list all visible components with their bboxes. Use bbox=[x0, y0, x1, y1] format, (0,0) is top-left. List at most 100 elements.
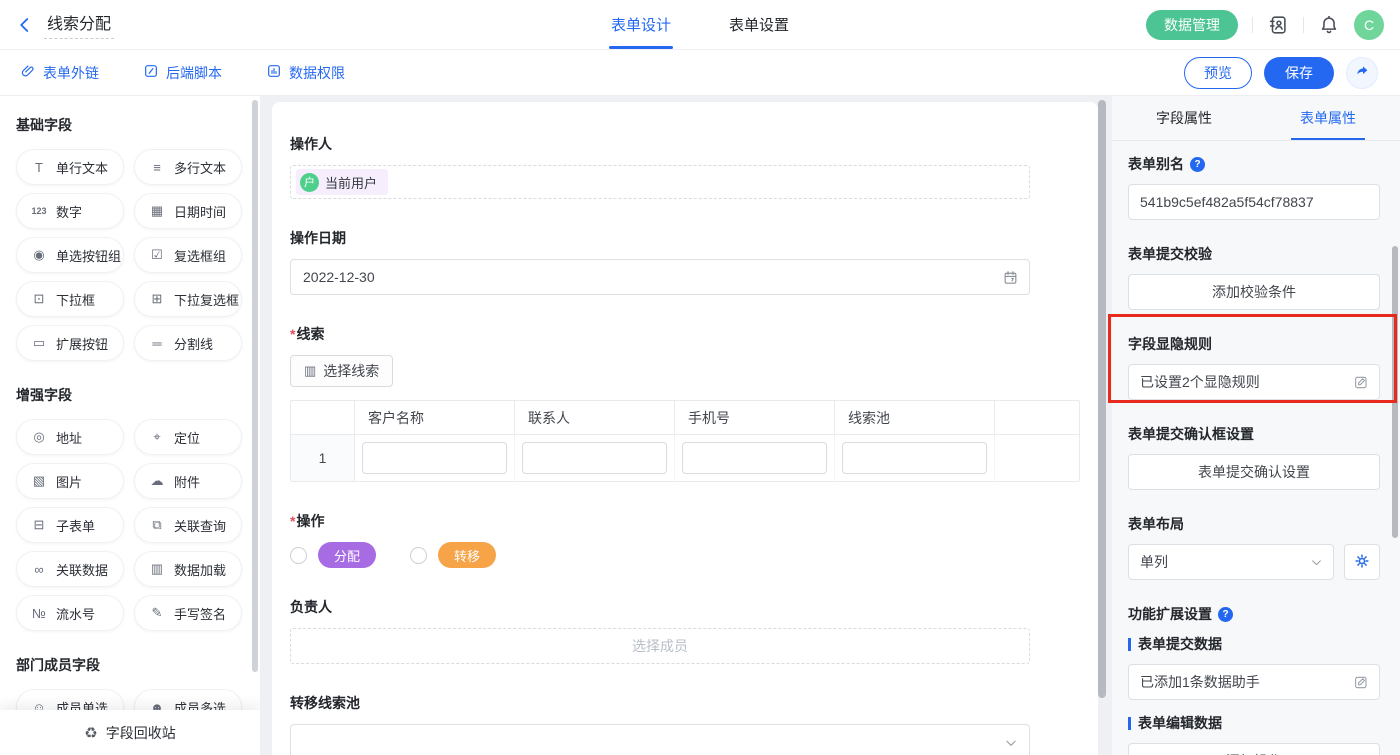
back-icon[interactable] bbox=[16, 16, 34, 34]
share-button[interactable] bbox=[1346, 57, 1378, 89]
section-bar bbox=[1128, 717, 1131, 730]
save-button[interactable]: 保存 bbox=[1264, 57, 1334, 89]
transfer-pool-select[interactable] bbox=[290, 724, 1030, 755]
chevron-down-icon bbox=[1004, 736, 1018, 750]
edit-icon[interactable] bbox=[1353, 374, 1369, 390]
sidebar-item-subform[interactable]: ⊟子表单 bbox=[16, 507, 124, 543]
data-permission-link[interactable]: 数据权限 bbox=[266, 63, 345, 83]
sidebar-item-single-line-text[interactable]: T单行文本 bbox=[16, 149, 124, 185]
sidebar-item-address[interactable]: ◎地址 bbox=[16, 419, 124, 455]
subtable-header: 客户名称 联系人 手机号 线索池 bbox=[291, 401, 1079, 435]
form-title[interactable]: 线索分配 bbox=[44, 10, 114, 39]
sidebar-item-multi-select[interactable]: ⊞下拉复选框 bbox=[134, 281, 242, 317]
top-header: 线索分配 表单设计 表单设置 数据管理 bbox=[0, 0, 1400, 50]
subtable-cell bbox=[675, 435, 835, 481]
select-member-box[interactable]: 选择成员 bbox=[290, 628, 1030, 664]
section-visibility-rules: 字段显隐规则 已设置2个显隐规则 bbox=[1128, 334, 1380, 400]
subtable-input-customer-name[interactable] bbox=[362, 442, 507, 474]
submit-data-label: 表单提交数据 bbox=[1128, 634, 1380, 654]
notification-bell-icon[interactable] bbox=[1318, 14, 1340, 36]
subtable-row: 1 bbox=[291, 435, 1079, 481]
sidebar-item-serial-number[interactable]: №流水号 bbox=[16, 595, 124, 631]
canvas-scrollbar[interactable] bbox=[1098, 100, 1106, 698]
field-action: * 操作 分配 转移 bbox=[290, 511, 1080, 568]
submit-data-box[interactable]: 已添加1条数据助手 bbox=[1128, 664, 1380, 700]
data-manage-button[interactable]: 数据管理 bbox=[1146, 10, 1238, 40]
current-user-tag[interactable]: 户 当前用户 bbox=[296, 169, 388, 195]
action-option-assign: 分配 bbox=[290, 542, 376, 568]
sidebar-item-checkbox-group[interactable]: ☑复选框组 bbox=[134, 237, 242, 273]
sidebar-item-location[interactable]: ⌖定位 bbox=[134, 419, 242, 455]
sidebar-item-data-load[interactable]: ▥数据加载 bbox=[134, 551, 242, 587]
subtable-input-clue-pool[interactable] bbox=[842, 442, 987, 474]
visibility-rules-box[interactable]: 已设置2个显隐规则 bbox=[1128, 364, 1380, 400]
form-canvas-card: 操作人 户 当前用户 操作日期 bbox=[272, 102, 1098, 755]
subtable-input-phone[interactable] bbox=[682, 442, 827, 474]
subtable-input-contact[interactable] bbox=[522, 442, 667, 474]
divider-line-icon: ═ bbox=[148, 336, 166, 351]
recycle-icon: ♻ bbox=[84, 724, 97, 742]
section-bar bbox=[1128, 638, 1131, 651]
section-submit-confirm: 表单提交确认框设置 表单提交确认设置 bbox=[1128, 424, 1380, 490]
field-label: * 线索 bbox=[290, 324, 1080, 344]
sidebar-item-handwritten-signature[interactable]: ✎手写签名 bbox=[134, 595, 242, 631]
add-validation-button[interactable]: 添加校验条件 bbox=[1128, 274, 1380, 310]
tab-field-properties[interactable]: 字段属性 bbox=[1112, 96, 1256, 140]
sidebar-item-linked-data[interactable]: ∞关联数据 bbox=[16, 551, 124, 587]
tab-form-properties[interactable]: 表单属性 bbox=[1256, 96, 1400, 140]
layout-settings-button[interactable] bbox=[1344, 544, 1380, 580]
form-alias-input-wrap bbox=[1128, 184, 1380, 220]
sidebar-item-number[interactable]: 123数字 bbox=[16, 193, 124, 229]
panel-scrollbar[interactable] bbox=[1392, 246, 1398, 538]
address-book-icon[interactable] bbox=[1267, 14, 1289, 36]
edit-icon[interactable] bbox=[1353, 674, 1369, 690]
sidebar-item-datetime[interactable]: ▦日期时间 bbox=[134, 193, 242, 229]
toolbar-actions: 预览 保存 bbox=[1184, 57, 1378, 89]
sidebar-item-linked-query[interactable]: ⧉关联查询 bbox=[134, 507, 242, 543]
backend-script-link[interactable]: 后端脚本 bbox=[143, 63, 222, 83]
sidebar-scrollbar[interactable] bbox=[252, 100, 258, 672]
select-clue-button[interactable]: ▥ 选择线索 bbox=[290, 355, 393, 387]
sidebar-item-divider-line[interactable]: ═分割线 bbox=[134, 325, 242, 361]
layout-select[interactable]: 单列 bbox=[1128, 544, 1334, 580]
sidebar-item-image[interactable]: ▧图片 bbox=[16, 463, 124, 499]
radio-button[interactable] bbox=[290, 547, 307, 564]
sidebar-item-radio-group[interactable]: ◉单选按钮组 bbox=[16, 237, 124, 273]
basic-fields-grid: T单行文本 ≡多行文本 123数字 ▦日期时间 ◉单选按钮组 ☑复选框组 ⊡下拉… bbox=[16, 149, 242, 361]
submit-confirm-button[interactable]: 表单提交确认设置 bbox=[1128, 454, 1380, 490]
layout-value: 单列 bbox=[1140, 552, 1168, 572]
tab-form-settings[interactable]: 表单设置 bbox=[729, 0, 789, 49]
form-external-link[interactable]: 表单外链 bbox=[20, 63, 99, 83]
number-icon: 123 bbox=[30, 206, 48, 216]
sidebar-item-select[interactable]: ⊡下拉框 bbox=[16, 281, 124, 317]
preview-button[interactable]: 预览 bbox=[1184, 57, 1252, 89]
signature-icon: ✎ bbox=[148, 605, 166, 621]
field-recycle-bin[interactable]: ♻ 字段回收站 bbox=[0, 710, 260, 755]
form-alias-input[interactable] bbox=[1140, 194, 1368, 210]
submit-confirm-label: 表单提交确认框设置 bbox=[1128, 424, 1380, 444]
add-operation-button[interactable]: 添加操作 bbox=[1128, 743, 1380, 755]
column-header-customer-name: 客户名称 bbox=[355, 401, 515, 434]
form-layout-label: 表单布局 bbox=[1128, 514, 1380, 534]
field-operate-date: 操作日期 bbox=[290, 228, 1080, 295]
chevron-down-icon bbox=[1310, 556, 1323, 569]
sidebar-item-attachment[interactable]: ☁附件 bbox=[134, 463, 242, 499]
operate-date-input[interactable] bbox=[303, 269, 1017, 285]
assign-option-pill[interactable]: 分配 bbox=[318, 542, 376, 568]
extension-label: 功能扩展设置 ? bbox=[1128, 604, 1380, 624]
tab-form-design[interactable]: 表单设计 bbox=[611, 0, 671, 49]
operator-value-box[interactable]: 户 当前用户 bbox=[290, 165, 1030, 199]
help-icon[interactable]: ? bbox=[1190, 157, 1205, 172]
sidebar-item-multi-line-text[interactable]: ≡多行文本 bbox=[134, 149, 242, 185]
subtable-cell bbox=[835, 435, 995, 481]
calendar-icon[interactable] bbox=[1002, 269, 1019, 286]
linked-data-icon: ∞ bbox=[30, 562, 48, 577]
link-label: 后端脚本 bbox=[166, 63, 222, 83]
section-form-alias: 表单别名 ? bbox=[1128, 154, 1380, 220]
help-icon[interactable]: ? bbox=[1218, 607, 1233, 622]
user-avatar[interactable]: C bbox=[1354, 10, 1384, 40]
transfer-option-pill[interactable]: 转移 bbox=[438, 542, 496, 568]
sidebar-item-extend-button[interactable]: ▭扩展按钮 bbox=[16, 325, 124, 361]
select-icon: ⊡ bbox=[30, 291, 48, 307]
radio-button[interactable] bbox=[410, 547, 427, 564]
